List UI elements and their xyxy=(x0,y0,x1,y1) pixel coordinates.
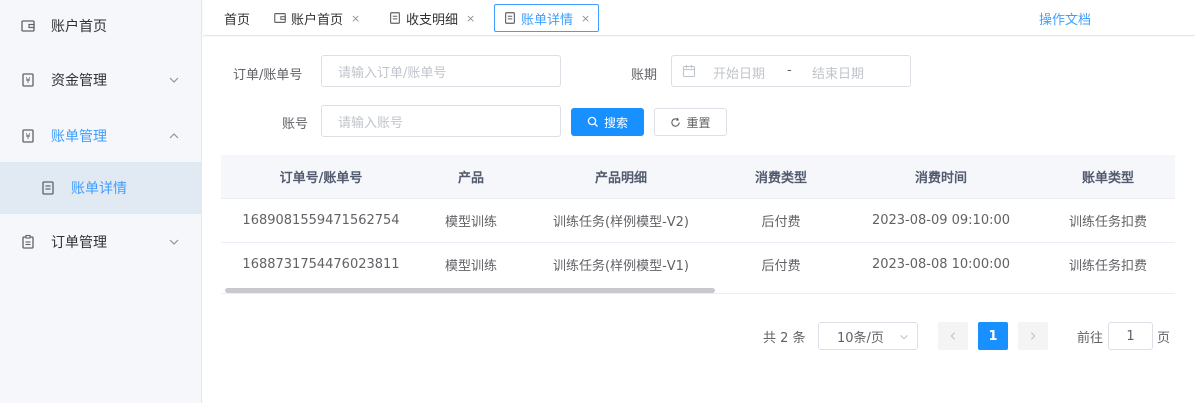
table-cell: 后付费 xyxy=(761,215,801,230)
column-header[interactable]: 产品明细 xyxy=(521,167,721,186)
table-cell: 模型训练 xyxy=(444,215,497,230)
column-header[interactable]: 产品 xyxy=(421,167,521,186)
document-icon xyxy=(390,12,400,24)
chevron-down-icon xyxy=(169,77,179,83)
bills-table: 订单号/账单号 产品 产品明细 消费类型 消费时间 账单类型 168908155… xyxy=(221,155,1175,287)
reset-button[interactable]: 重置 xyxy=(654,108,727,136)
end-date-input[interactable]: 结束日期 xyxy=(812,63,864,82)
column-header[interactable]: 消费类型 xyxy=(721,167,841,186)
chevron-up-icon xyxy=(169,133,179,139)
sidebar-item-label: 资金管理 xyxy=(51,73,107,89)
tab-home[interactable]: 首页 xyxy=(224,4,250,32)
start-date-input[interactable]: 开始日期 xyxy=(713,63,765,82)
tab-account-home[interactable]: 账户首页 × xyxy=(273,4,360,32)
order-number-input[interactable]: 请输入订单/账单号 xyxy=(321,55,561,87)
close-icon[interactable]: × xyxy=(581,12,590,25)
bill-icon: ¥ xyxy=(22,129,34,143)
tab-label: 收支明细 xyxy=(406,12,459,28)
table-row[interactable]: 1688731754476023811 模型训练 训练任务(样例模型-V1) 后… xyxy=(221,243,1175,287)
sidebar-item-label: 账单管理 xyxy=(51,129,107,145)
table-cell: 模型训练 xyxy=(444,259,497,274)
refresh-icon xyxy=(671,117,681,127)
prev-page-button[interactable] xyxy=(938,322,968,350)
money-icon: ¥ xyxy=(22,73,34,87)
document-icon xyxy=(505,12,515,24)
goto-label: 前往 xyxy=(1077,330,1104,346)
tab-bill-details[interactable]: 账单详情 × xyxy=(494,4,600,32)
account-placeholder: 请输入账号 xyxy=(338,115,404,131)
account-label: 账号 xyxy=(282,117,309,132)
table-cell: 1688731754476023811 xyxy=(242,257,400,272)
wallet-icon xyxy=(274,13,286,23)
table-cell: 2023-08-09 09:10:00 xyxy=(871,213,1011,228)
calendar-icon xyxy=(682,65,696,78)
table-horizontal-scrollbar[interactable] xyxy=(221,286,1175,294)
scrollbar-thumb[interactable] xyxy=(225,288,715,293)
billing-period-label: 账期 xyxy=(631,68,658,83)
account-input[interactable]: 请输入账号 xyxy=(321,105,561,137)
tab-label: 账单详情 xyxy=(521,12,574,28)
page-suffix: 页 xyxy=(1157,330,1171,346)
close-icon[interactable]: × xyxy=(466,12,475,25)
sidebar-item-bill-details[interactable]: 账单详情 xyxy=(0,162,202,214)
table-cell: 1689081559471562754 xyxy=(242,213,400,228)
chevron-left-icon xyxy=(950,332,956,340)
pagination-total: 共 2 条 xyxy=(763,330,806,346)
page-size-value: 10条/页 xyxy=(837,330,884,346)
reset-button-label: 重置 xyxy=(686,115,711,130)
search-button[interactable]: 搜索 xyxy=(571,108,644,136)
table-cell: 训练任务扣费 xyxy=(1068,215,1147,230)
sidebar-item-orders[interactable]: 订单管理 xyxy=(0,216,202,268)
column-header[interactable]: 消费时间 xyxy=(841,167,1041,186)
main-content: 订单/账单号 请输入订单/账单号 账期 开始日期 - 结束日期 账号 请输入账号… xyxy=(203,37,1195,403)
page-number-current[interactable]: 1 xyxy=(978,322,1008,350)
sidebar-item-label: 订单管理 xyxy=(51,235,107,251)
next-page-button[interactable] xyxy=(1018,322,1048,350)
tab-income-expense[interactable]: 收支明细 × xyxy=(388,4,475,32)
goto-page-value: 1 xyxy=(1126,328,1135,344)
table-cell: 训练任务(样例模型-V1) xyxy=(553,259,689,274)
table-header: 订单号/账单号 产品 产品明细 消费类型 消费时间 账单类型 xyxy=(221,155,1175,199)
tab-label: 账户首页 xyxy=(291,12,344,28)
order-number-label: 订单/账单号 xyxy=(233,68,303,83)
table-row[interactable]: 1689081559471562754 模型训练 训练任务(样例模型-V2) 后… xyxy=(221,199,1175,243)
docs-link[interactable]: 操作文档 xyxy=(1039,9,1091,28)
sidebar-item-label: 账户首页 xyxy=(51,19,107,35)
search-button-label: 搜索 xyxy=(603,115,628,130)
sidebar-item-account-home[interactable]: 账户首页 xyxy=(0,0,202,52)
column-header[interactable]: 订单号/账单号 xyxy=(221,167,421,186)
order-number-placeholder: 请输入订单/账单号 xyxy=(338,65,447,81)
sidebar-item-funds[interactable]: ¥ 资金管理 xyxy=(0,54,202,106)
svg-text:¥: ¥ xyxy=(25,132,30,141)
sidebar-item-label: 账单详情 xyxy=(71,181,127,197)
tab-label: 首页 xyxy=(224,12,251,28)
search-icon xyxy=(587,116,598,127)
svg-text:¥: ¥ xyxy=(25,76,30,85)
table-cell: 训练任务(样例模型-V2) xyxy=(553,215,689,230)
goto-page-input[interactable]: 1 xyxy=(1108,322,1153,350)
clipboard-icon xyxy=(22,234,34,249)
sidebar: 账户首页 ¥ 资金管理 ¥ 账单管理 账单详情 订单管理 xyxy=(0,0,202,403)
table-cell: 后付费 xyxy=(761,259,801,274)
close-icon[interactable]: × xyxy=(351,12,360,25)
billing-period-range[interactable]: 开始日期 - 结束日期 xyxy=(671,55,911,87)
wallet-icon xyxy=(21,20,35,32)
chevron-right-icon xyxy=(1030,332,1036,340)
table-cell: 2023-08-08 10:00:00 xyxy=(871,257,1011,272)
table-cell: 训练任务扣费 xyxy=(1068,259,1147,274)
document-icon xyxy=(42,181,54,195)
range-separator: - xyxy=(787,63,792,78)
column-header[interactable]: 账单类型 xyxy=(1041,167,1175,186)
sidebar-item-bills[interactable]: ¥ 账单管理 xyxy=(0,110,202,162)
chevron-down-icon xyxy=(169,239,179,245)
page-size-select[interactable]: 10条/页 xyxy=(818,322,918,350)
chevron-down-icon xyxy=(900,334,908,340)
